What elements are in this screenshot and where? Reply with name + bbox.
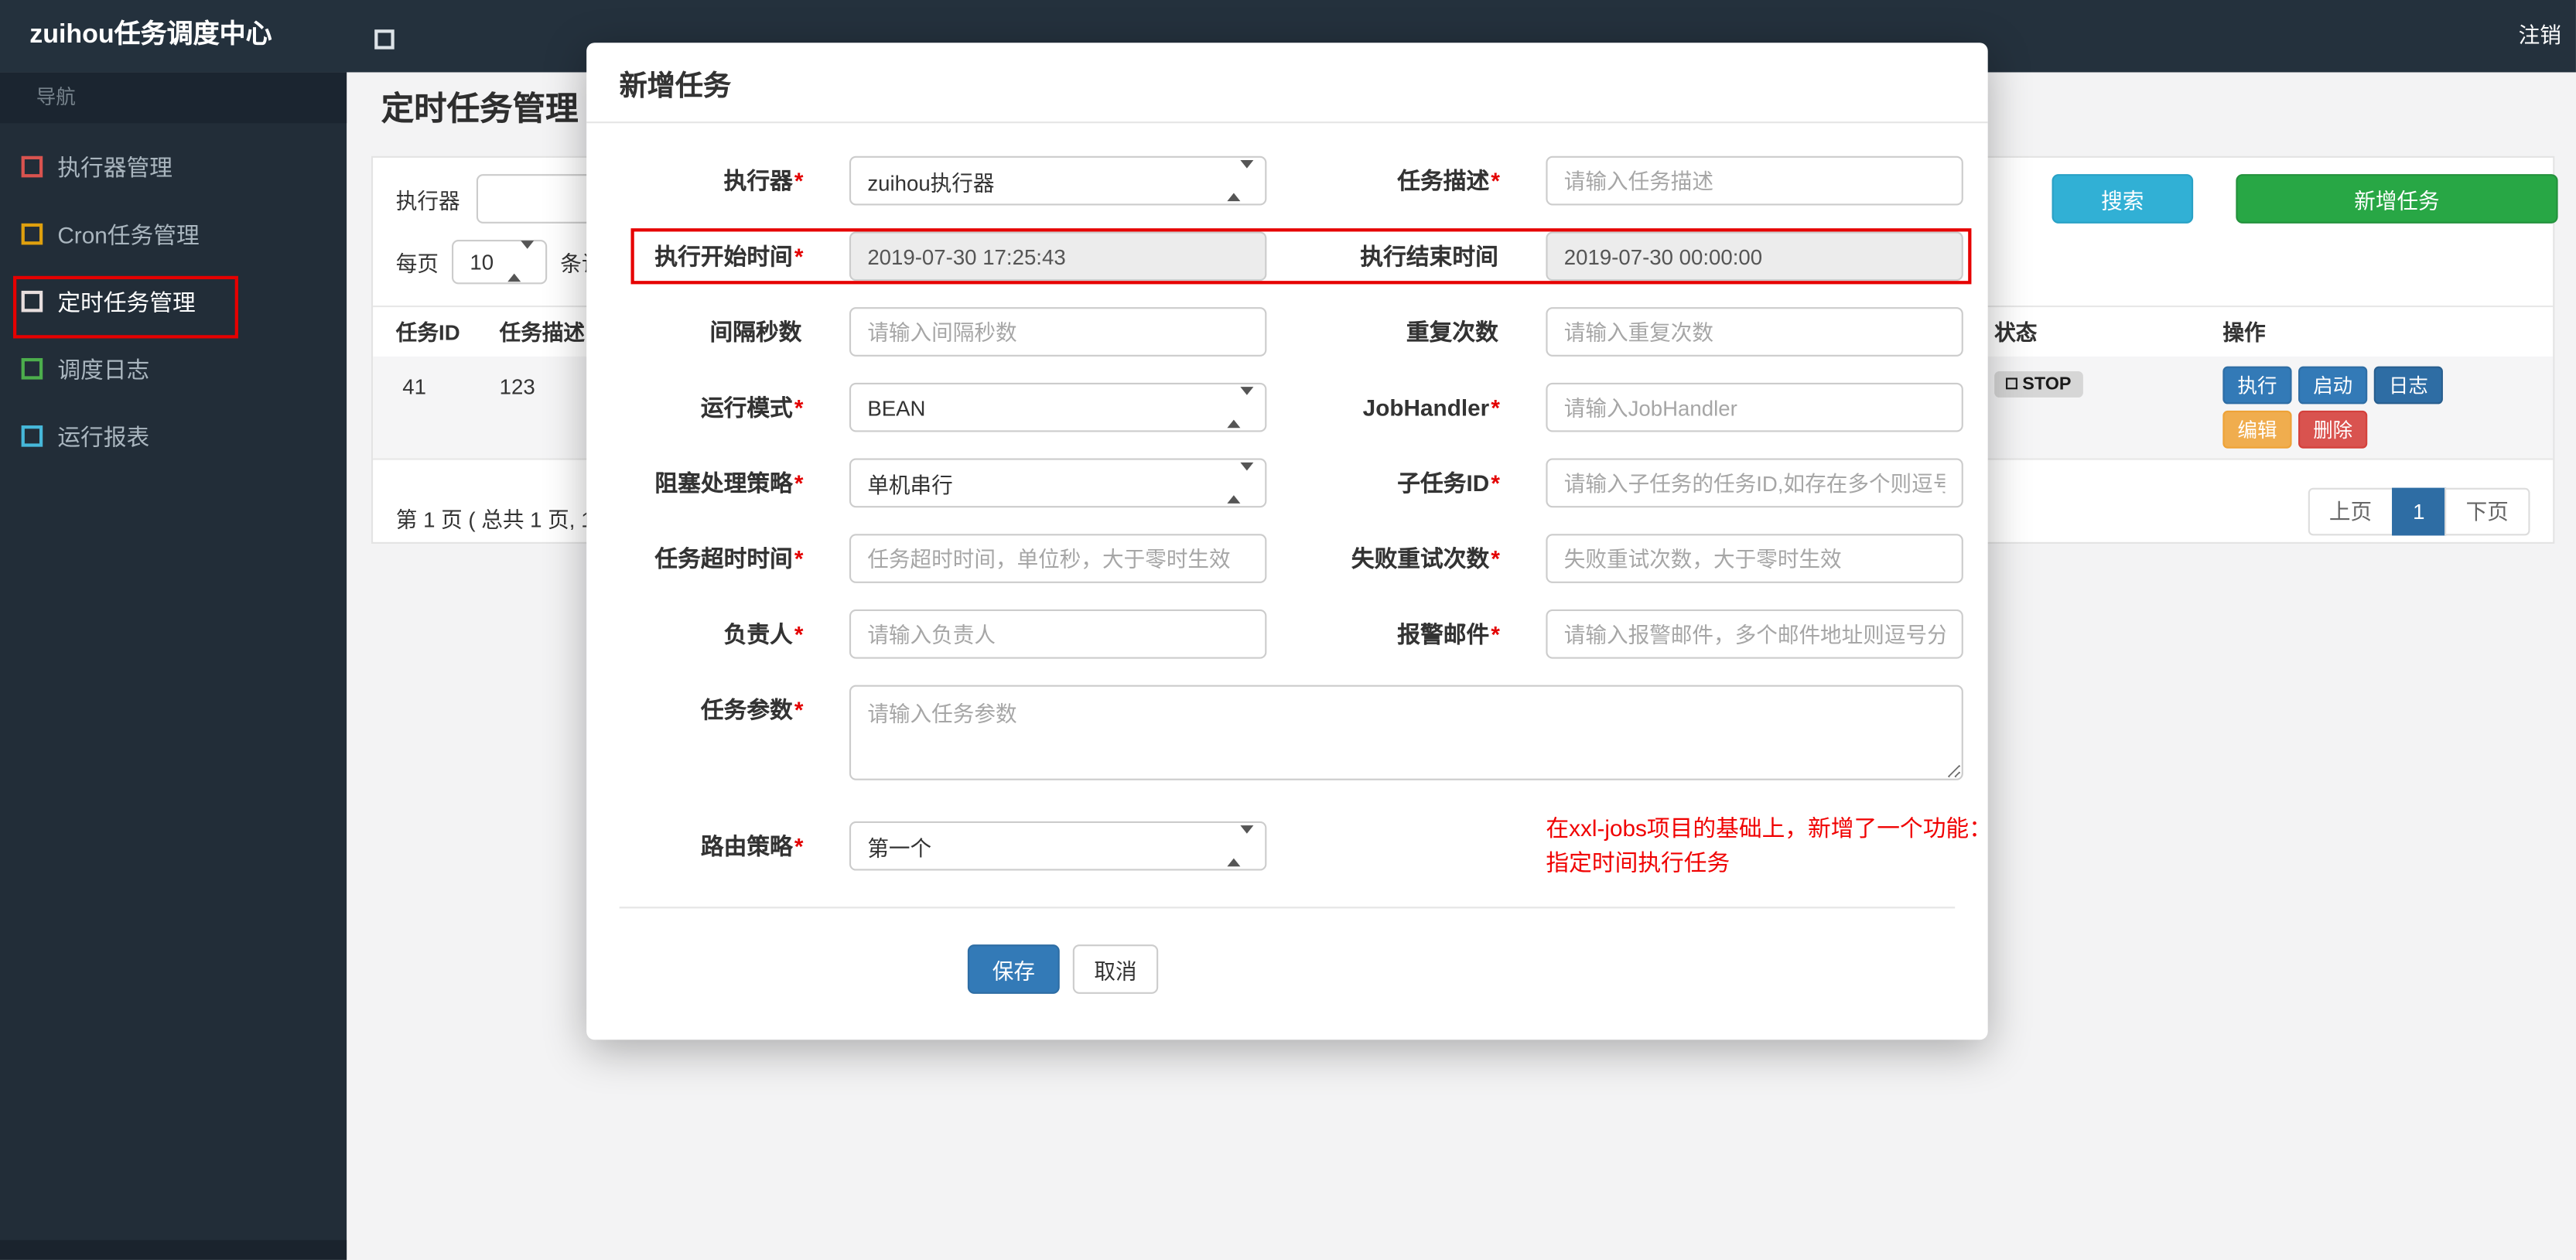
select-arrows-icon	[1227, 825, 1254, 867]
cell-job-id: 41	[402, 374, 427, 400]
app-logo: zuihou任务调度中心	[29, 21, 272, 50]
select-arrows-icon	[1227, 462, 1254, 504]
stop-icon	[2006, 377, 2017, 390]
square-icon	[21, 290, 43, 312]
interval-label: 间隔秒数	[709, 318, 802, 345]
cell-job-desc: 123	[499, 374, 535, 400]
per-page-value: 10	[470, 248, 494, 274]
end-time-input[interactable]	[1546, 231, 1963, 282]
edit-button[interactable]: 编辑	[2222, 410, 2292, 449]
repeat-count-label: 重复次数	[1406, 318, 1498, 345]
feature-note-line1: 在xxl-jobs项目的基础上，新增了一个功能：	[1546, 814, 1992, 842]
select-arrows-icon	[1227, 387, 1254, 429]
save-button[interactable]: 保存	[967, 944, 1060, 994]
alarm-email-input[interactable]	[1546, 609, 1963, 659]
square-icon	[21, 425, 43, 447]
sidebar-item-schedule-log[interactable]: 调度日志	[0, 335, 347, 402]
prev-page-button[interactable]: 上页	[2308, 487, 2393, 536]
fail-retry-label: 失败重试次数 *	[1351, 545, 1500, 572]
sidebar-footer	[0, 1240, 347, 1260]
timeout-label: 任务超时时间 *	[654, 545, 804, 572]
start-button[interactable]: 启动	[2298, 366, 2368, 405]
fail-retry-input[interactable]	[1546, 534, 1963, 583]
job-handler-input[interactable]	[1546, 382, 1963, 432]
log-button[interactable]: 日志	[2373, 366, 2444, 405]
square-icon	[21, 223, 43, 245]
cancel-button[interactable]: 取消	[1072, 944, 1159, 994]
add-task-button[interactable]: 新增任务	[2236, 174, 2558, 224]
select-arrows-icon	[507, 241, 535, 282]
job-desc-label: 任务描述 *	[1397, 167, 1500, 194]
sidebar-item-label: Cron任务管理	[57, 220, 200, 248]
sidebar: 导航 执行器管理 Cron任务管理 定时任务管理 调度日志 运行报表	[0, 72, 347, 1260]
modal-title: 新增任务	[586, 43, 1988, 124]
sidebar-item-label: 运行报表	[57, 422, 150, 449]
col-header-job-id: 任务ID	[395, 320, 460, 345]
start-time-label: 执行开始时间 *	[654, 243, 804, 270]
child-jobid-input[interactable]	[1546, 458, 1963, 508]
feature-note: 在xxl-jobs项目的基础上，新增了一个功能： 指定时间执行任务	[1546, 811, 2006, 880]
sidebar-item-run-report[interactable]: 运行报表	[0, 402, 347, 470]
timeout-input[interactable]	[849, 534, 1267, 583]
glue-type-select[interactable]: BEAN	[849, 382, 1267, 432]
sidebar-item-label: 执行器管理	[57, 153, 173, 180]
sidebar-item-cron-task[interactable]: Cron任务管理	[0, 200, 347, 268]
col-header-status: 状态	[1994, 320, 2038, 345]
logout-link[interactable]: 注销	[2519, 0, 2561, 72]
job-param-label: 任务参数 *	[700, 696, 804, 723]
square-icon	[21, 155, 43, 178]
exec-button[interactable]: 执行	[2222, 366, 2292, 405]
executor-select[interactable]: zuihou执行器	[849, 155, 1267, 206]
end-time-label: 执行结束时间	[1360, 243, 1498, 270]
route-strategy-select[interactable]: 第一个	[849, 821, 1267, 871]
sidebar-item-timed-task[interactable]: 定时任务管理	[0, 268, 347, 335]
delete-button[interactable]: 删除	[2298, 410, 2368, 449]
repeat-count-input[interactable]	[1546, 307, 1963, 357]
executor-filter-label: 执行器	[395, 188, 460, 213]
col-header-ops: 操作	[2222, 320, 2266, 345]
sidebar-section-label: 导航	[0, 72, 347, 124]
alarm-email-label: 报警邮件 *	[1397, 620, 1500, 647]
col-header-job-desc: 任务描述	[499, 320, 586, 345]
sidebar-item-label: 定时任务管理	[57, 288, 196, 315]
job-desc-input[interactable]	[1546, 155, 1963, 206]
sidebar-item-label: 调度日志	[57, 355, 150, 382]
job-handler-label: JobHandler *	[1362, 394, 1500, 421]
row-op-buttons: 执行 启动 日志 编辑 删除	[2222, 366, 2456, 449]
page-title: 定时任务管理	[381, 91, 579, 128]
sidebar-collapse-icon[interactable]	[374, 29, 395, 50]
start-time-input[interactable]	[849, 231, 1267, 282]
glue-type-label: 运行模式 *	[700, 394, 804, 421]
pagination: 上页 1 下页	[2308, 487, 2530, 536]
square-icon	[21, 357, 43, 380]
child-jobid-label: 子任务ID *	[1397, 470, 1500, 497]
modal-footer: 保存 取消	[586, 908, 1988, 1040]
feature-note-line2: 指定时间执行任务	[1546, 849, 1730, 876]
block-strategy-select[interactable]: 单机串行	[849, 458, 1267, 508]
per-page-prefix: 每页	[395, 250, 439, 275]
sidebar-item-executor-manage[interactable]: 执行器管理	[0, 133, 347, 200]
add-task-modal: 新增任务 执行器* zuihou执行器 任务描述* 执行开始时间* 执行结束时间…	[586, 43, 1992, 1040]
per-page-select[interactable]: 10	[452, 238, 548, 284]
status-badge: STOP	[1994, 370, 2083, 397]
block-strategy-label: 阻塞处理策略 *	[654, 470, 804, 497]
next-page-button[interactable]: 下页	[2444, 487, 2530, 536]
interval-input[interactable]	[849, 307, 1267, 357]
job-param-textarea[interactable]	[849, 685, 1963, 780]
route-strategy-label: 路由策略 *	[700, 832, 804, 859]
executor-label: 执行器 *	[723, 167, 804, 194]
current-page-button[interactable]: 1	[2391, 487, 2447, 536]
app-root: zuihou任务调度中心 注销 导航 执行器管理 Cron任务管理 定时任务管理…	[0, 0, 2576, 1260]
search-button[interactable]: 搜索	[2052, 174, 2194, 224]
author-input[interactable]	[849, 609, 1267, 659]
select-arrows-icon	[1227, 160, 1254, 202]
author-label: 负责人 *	[723, 620, 804, 647]
